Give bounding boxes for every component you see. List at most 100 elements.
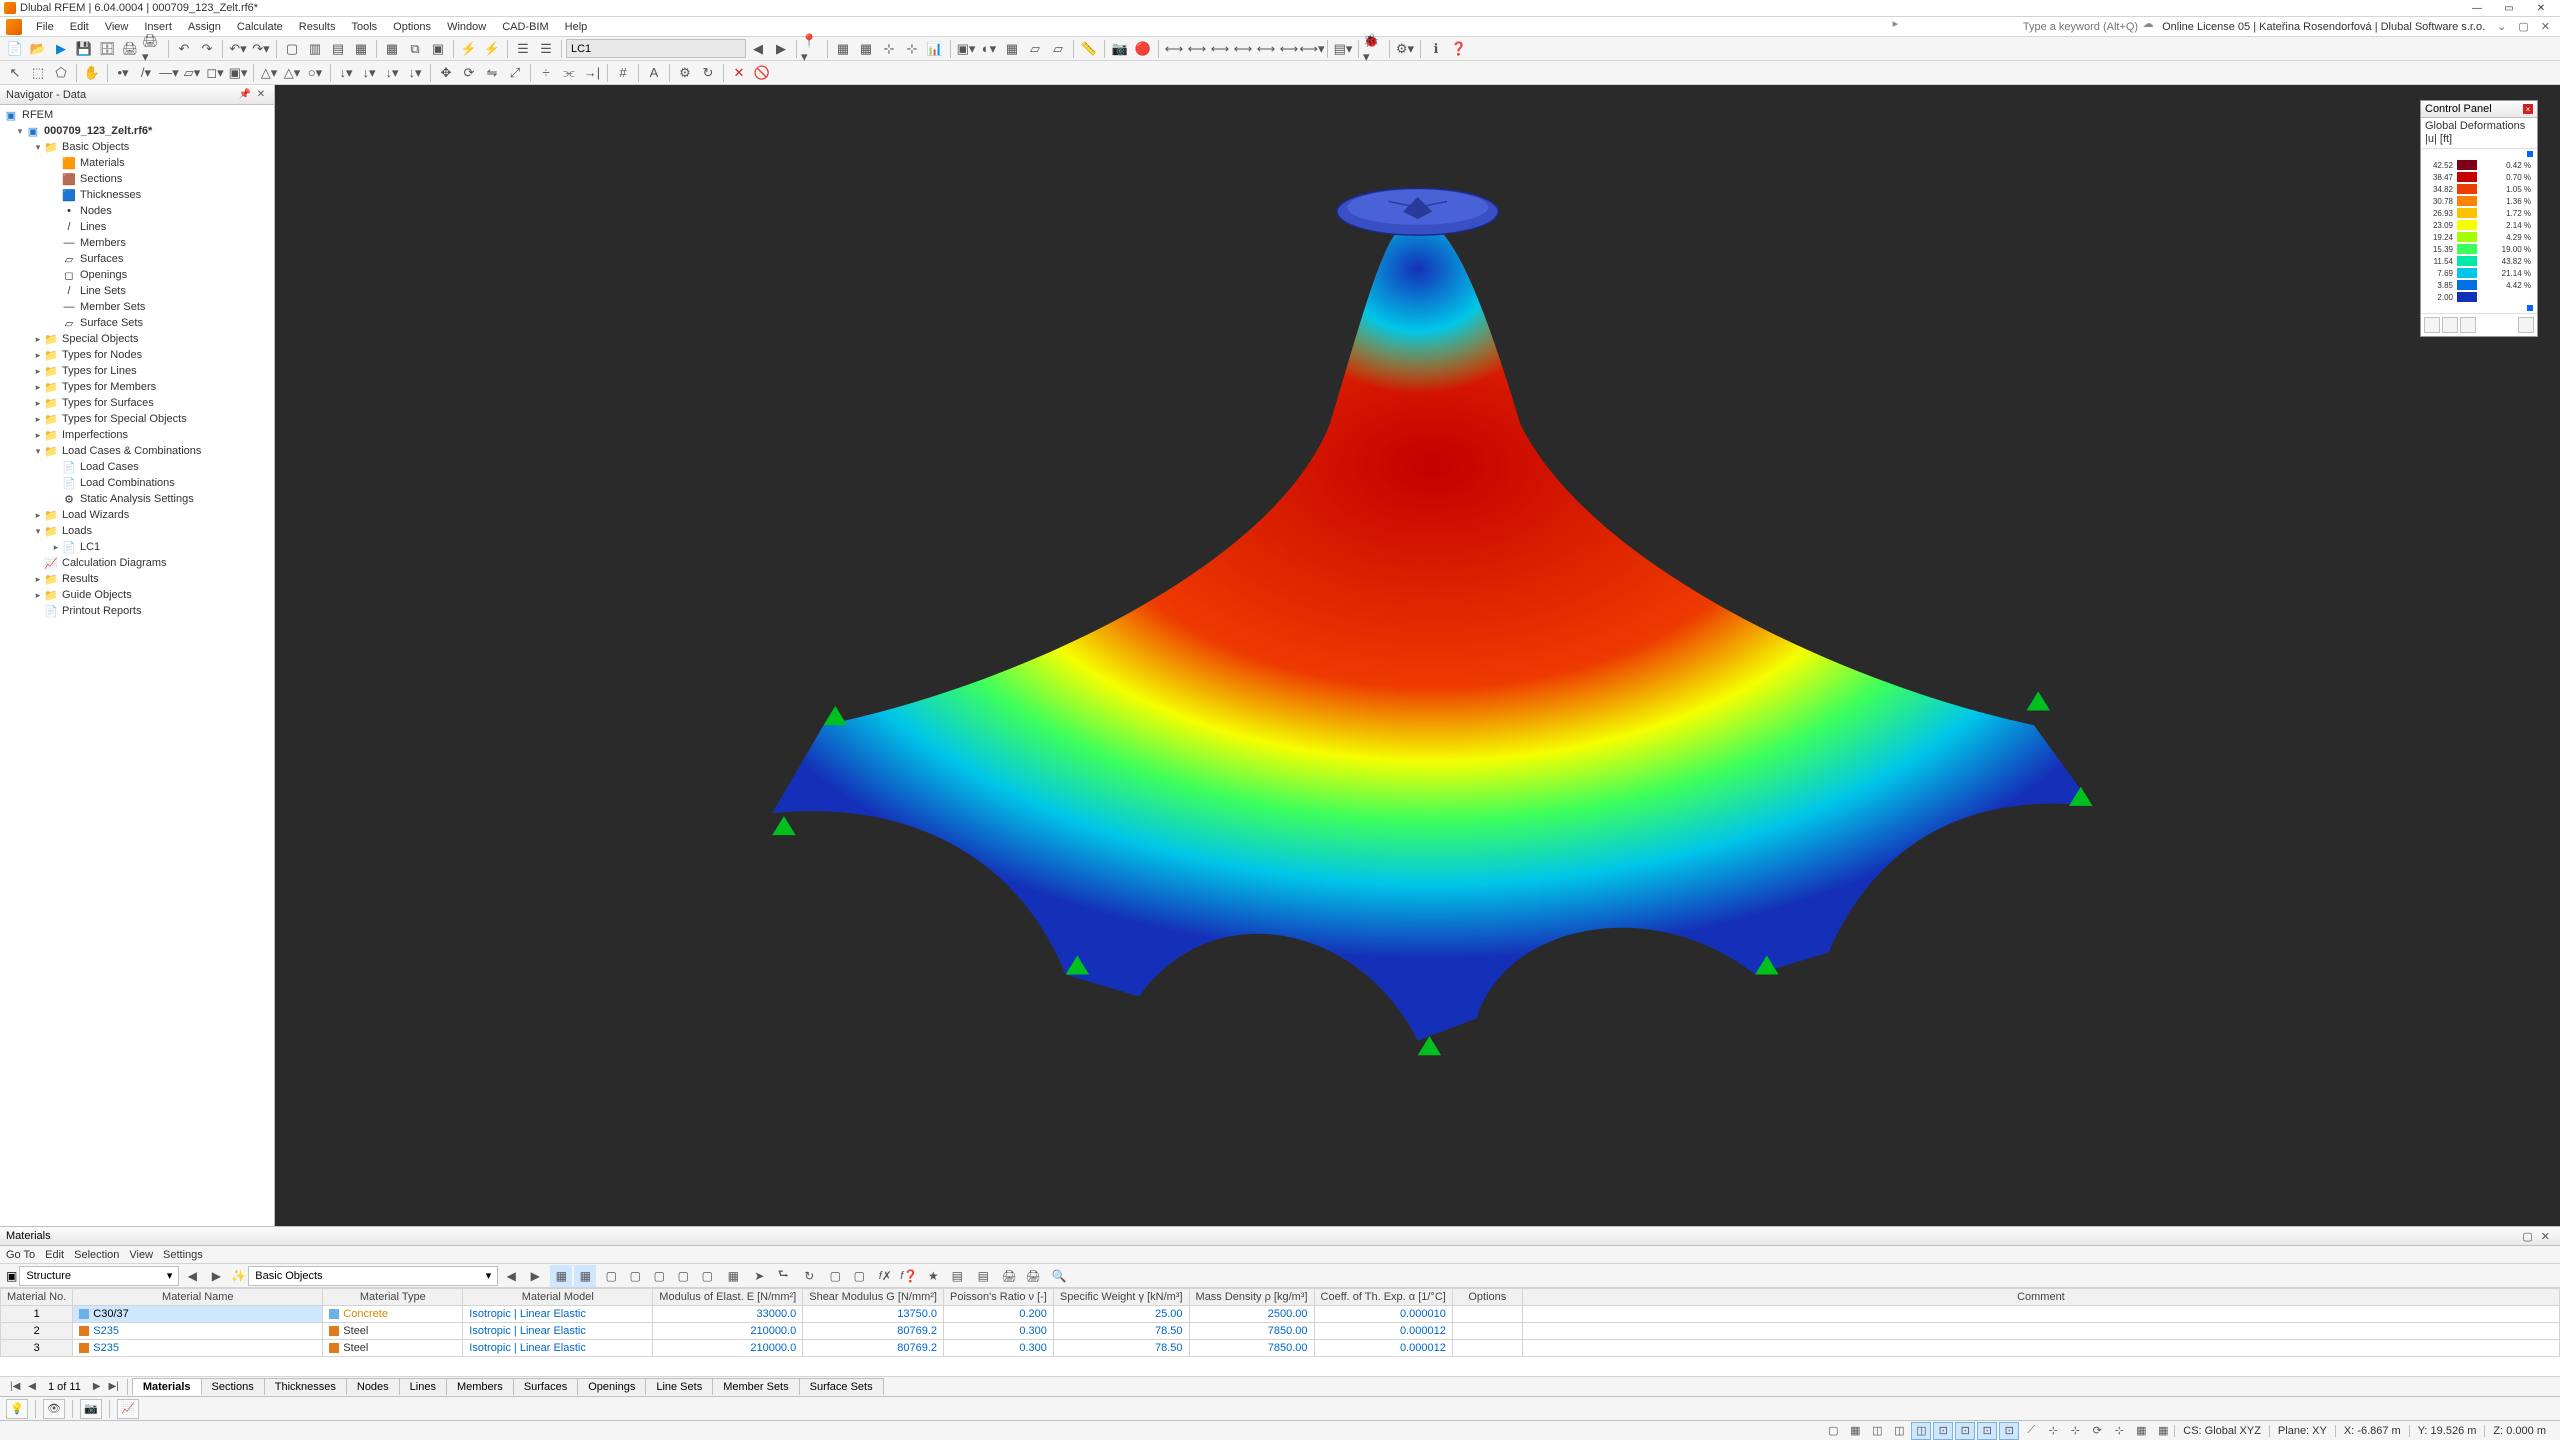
bp-print-icon[interactable]: 🖨	[998, 1265, 1020, 1287]
load-point-icon[interactable]: ↓▾	[335, 62, 357, 84]
close-button[interactable]: ✕	[2526, 1, 2556, 15]
save-all-icon[interactable]: 🗄	[96, 38, 118, 60]
chevron-down-icon[interactable]: ⌄	[2491, 17, 2512, 36]
menu-window[interactable]: Window	[439, 17, 494, 36]
bug-icon[interactable]: 🐞▾	[1363, 38, 1385, 60]
bp-tool-11[interactable]: ↻	[798, 1265, 820, 1287]
marker-icon[interactable]: 📍▾	[801, 38, 823, 60]
cp-btn-3[interactable]	[2460, 317, 2476, 333]
viewport-3d[interactable]: Control Panel × Global Deformations |u| …	[275, 85, 2560, 1226]
bp-menu-selection[interactable]: Selection	[74, 1249, 119, 1261]
load-area-2-icon[interactable]: ↓▾	[404, 62, 426, 84]
menu-help[interactable]: Help	[557, 17, 596, 36]
twist-icon[interactable]: ▾	[32, 142, 44, 153]
scale-icon[interactable]: ⤢	[504, 62, 526, 84]
nav-close-icon[interactable]: ✕	[254, 88, 268, 102]
tree-thicknesses[interactable]: 🟦Thicknesses	[0, 187, 274, 203]
bp-menu-settings[interactable]: Settings	[163, 1249, 203, 1261]
tab-member-sets[interactable]: Member Sets	[712, 1378, 799, 1395]
sb-btn-1[interactable]: ▢	[1823, 1422, 1843, 1440]
delete-x-icon[interactable]: ✕	[728, 62, 750, 84]
support-2-icon[interactable]: △▾	[281, 62, 303, 84]
load-line-icon[interactable]: ↓▾	[358, 62, 380, 84]
measure-icon[interactable]: 📏	[1078, 38, 1100, 60]
bo-prev-icon[interactable]: ◀	[500, 1265, 522, 1287]
bp-tool-12[interactable]: ▢	[824, 1265, 846, 1287]
tree-lines[interactable]: /Lines	[0, 219, 274, 235]
mirror-icon[interactable]: ⇋	[481, 62, 503, 84]
view-quad-icon[interactable]: ▦	[350, 38, 372, 60]
twist-icon[interactable]: ▸	[32, 334, 44, 345]
page-first-icon[interactable]: |◀	[6, 1381, 24, 1392]
tab-nodes[interactable]: Nodes	[346, 1378, 400, 1395]
tile-icon[interactable]: ▦	[381, 38, 403, 60]
highlight-icon[interactable]: ⚡	[458, 38, 480, 60]
shade-icon[interactable]: ◐▾	[978, 38, 1000, 60]
tab-sections[interactable]: Sections	[201, 1378, 265, 1395]
sb-btn-2[interactable]: ▦	[1845, 1422, 1865, 1440]
new-file-icon[interactable]: 📄	[4, 38, 26, 60]
footer-btn-3[interactable]: 📷	[80, 1399, 102, 1419]
menu-results[interactable]: Results	[291, 17, 344, 36]
control-panel[interactable]: Control Panel × Global Deformations |u| …	[2420, 100, 2538, 337]
control-panel-close-icon[interactable]: ×	[2523, 104, 2533, 114]
footer-btn-2[interactable]: 👁	[43, 1399, 65, 1419]
render-icon[interactable]: ▱	[1047, 38, 1069, 60]
cp-btn-2[interactable]	[2442, 317, 2458, 333]
tree-lc1[interactable]: ▸📄LC1	[0, 539, 274, 555]
menu-file[interactable]: File	[28, 17, 62, 36]
select-poly-icon[interactable]: ⬠	[50, 62, 72, 84]
help-icon[interactable]: ❓	[1448, 38, 1470, 60]
bp-close-icon[interactable]: ✕	[2537, 1230, 2554, 1243]
tree-load-combinations[interactable]: 📄Load Combinations	[0, 475, 274, 491]
tab-members[interactable]: Members	[446, 1378, 514, 1395]
axis-2-icon[interactable]: ⊹	[901, 38, 923, 60]
table-row[interactable]: 3S235SteelIsotropic | Linear Elastic2100…	[1, 1340, 2560, 1357]
window-close-icon[interactable]: ✕	[2535, 17, 2556, 36]
bp-func-icon[interactable]: f✗	[874, 1265, 896, 1287]
window-maximize-icon[interactable]: ▢	[2512, 17, 2534, 36]
sb-btn-5[interactable]: ◫	[1911, 1422, 1931, 1440]
sb-grid-2[interactable]: ▦	[2153, 1422, 2173, 1440]
bp-menu-go-to[interactable]: Go To	[6, 1249, 35, 1261]
sb-ortho-3[interactable]: ⟳	[2087, 1422, 2107, 1440]
twist-icon[interactable]: ▸	[32, 414, 44, 425]
next-lc-icon[interactable]: ▶	[770, 38, 792, 60]
dim-4-icon[interactable]: ⟷	[1232, 38, 1254, 60]
menu-cad-bim[interactable]: CAD-BIM	[494, 17, 556, 36]
tree-member-sets[interactable]: —Member Sets	[0, 299, 274, 315]
tree-surface-sets[interactable]: ▱Surface Sets	[0, 315, 274, 331]
bp-func-2-icon[interactable]: f❓	[898, 1265, 920, 1287]
sb-snap-1[interactable]: ⊡	[1933, 1422, 1953, 1440]
node-icon[interactable]: •▾	[112, 62, 134, 84]
bp-menu-edit[interactable]: Edit	[45, 1249, 64, 1261]
footer-btn-4[interactable]: 📈	[117, 1399, 139, 1419]
load-case-selector[interactable]: LC1	[566, 39, 746, 58]
view-split-h-icon[interactable]: ▤	[327, 38, 349, 60]
surface-tool-icon[interactable]: ▱▾	[181, 62, 203, 84]
sb-snap-3[interactable]: ⊡	[1977, 1422, 1997, 1440]
view-single-icon[interactable]: ▢	[281, 38, 303, 60]
tree-openings[interactable]: ◻Openings	[0, 267, 274, 283]
move-icon[interactable]: ✥	[435, 62, 457, 84]
cp-btn-1[interactable]	[2424, 317, 2440, 333]
structure-selector[interactable]: Structure▾	[19, 1266, 179, 1286]
tree-materials[interactable]: 🟧Materials	[0, 155, 274, 171]
bp-tool-13[interactable]: ▢	[848, 1265, 870, 1287]
member-icon[interactable]: —▾	[158, 62, 180, 84]
support-icon[interactable]: △▾	[258, 62, 280, 84]
page-last-icon[interactable]: ▶|	[105, 1381, 123, 1392]
tree-imperfections[interactable]: ▸📁Imperfections	[0, 427, 274, 443]
bp-maximize-icon[interactable]: ▢	[2518, 1230, 2536, 1243]
sb-btn-3[interactable]: ◫	[1867, 1422, 1887, 1440]
tree-sections[interactable]: 🟫Sections	[0, 171, 274, 187]
sb-ortho-4[interactable]: ⊹	[2109, 1422, 2129, 1440]
refresh-icon[interactable]: ↻	[697, 62, 719, 84]
panel-icon[interactable]: ▣	[427, 38, 449, 60]
tab-lines[interactable]: Lines	[399, 1378, 447, 1395]
renumber-icon[interactable]: #	[612, 62, 634, 84]
redo-history-icon[interactable]: ↷▾	[250, 38, 272, 60]
materials-table[interactable]: Material No. Material Name Material Type…	[0, 1288, 2560, 1357]
grid-icon[interactable]: ▦	[832, 38, 854, 60]
twist-icon[interactable]: ▸	[32, 350, 44, 361]
